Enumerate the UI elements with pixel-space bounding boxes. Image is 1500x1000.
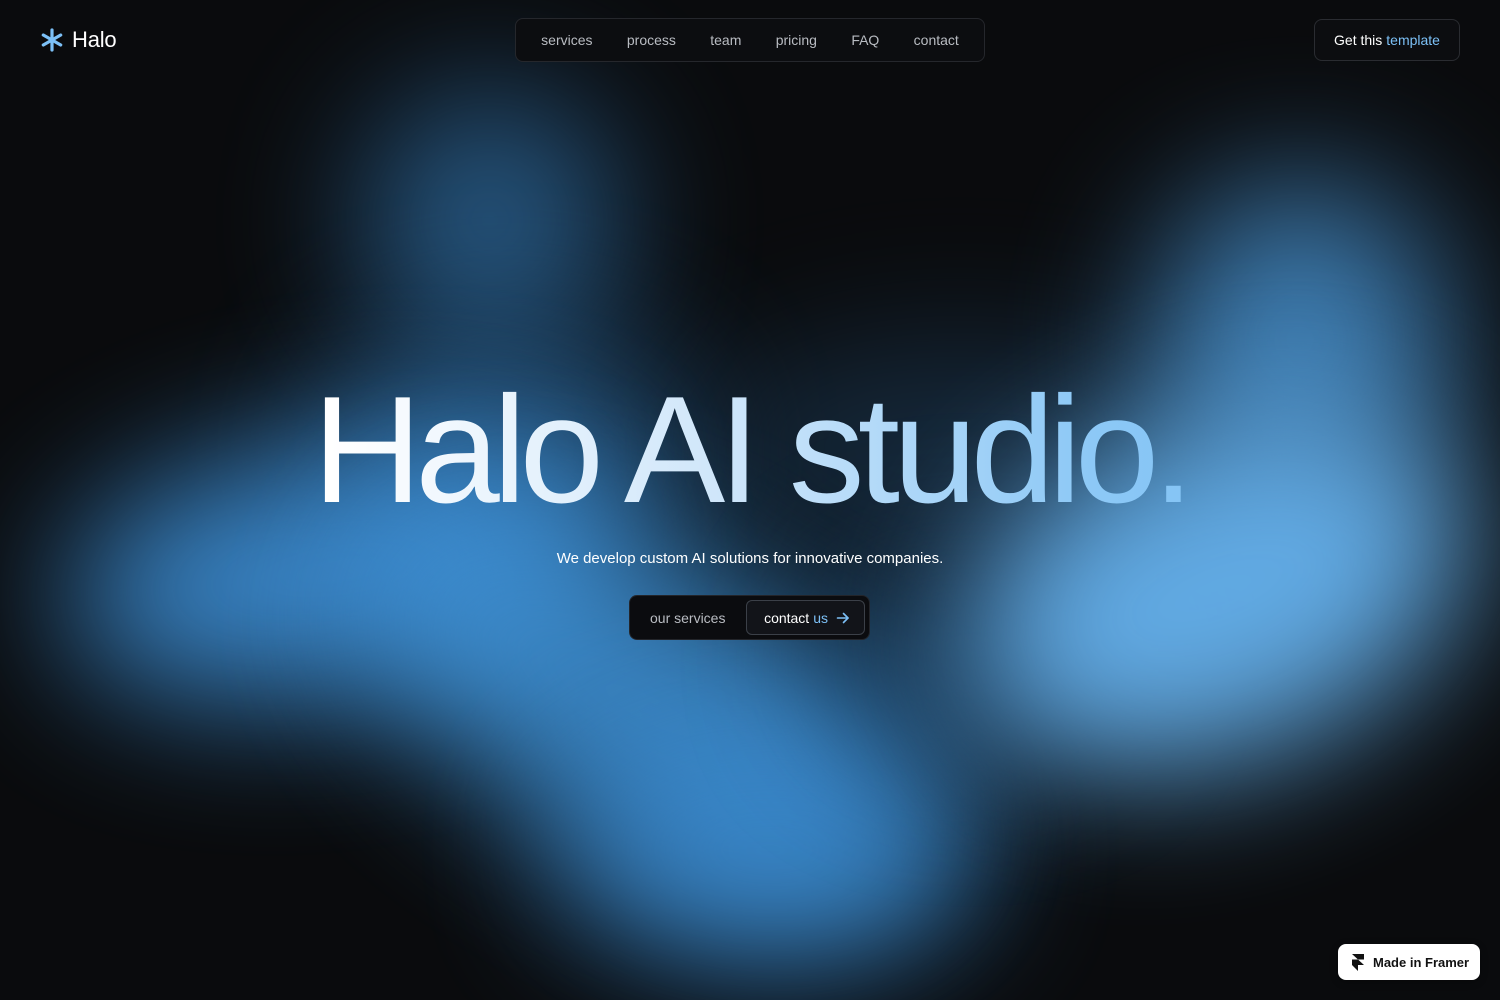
background-glow xyxy=(360,90,620,350)
arrow-right-icon xyxy=(836,612,849,623)
contact-us-button[interactable]: contact us xyxy=(746,600,865,635)
brand-name: Halo xyxy=(72,27,117,52)
brand-logo[interactable]: Halo xyxy=(40,27,117,53)
asterisk-icon xyxy=(41,28,63,52)
page: Halo services process team pricing FAQ c… xyxy=(0,0,1500,1000)
our-services-button[interactable]: our services xyxy=(634,600,741,635)
get-template-button[interactable]: Get this template xyxy=(1314,19,1460,61)
contact-us-label: contact xyxy=(764,609,810,626)
hero-button-group: our services contact us xyxy=(629,595,870,640)
hero-subtitle: We develop custom AI solutions for innov… xyxy=(556,550,944,567)
main-nav: services process team pricing FAQ contac… xyxy=(515,18,985,62)
get-template-accent: template xyxy=(1386,32,1440,48)
nav-item-services[interactable]: services xyxy=(541,32,592,48)
hero-title: Halo AI studio. xyxy=(0,360,1500,540)
contact-us-accent: us xyxy=(813,609,828,626)
made-in-framer-label: Made in Framer xyxy=(1373,954,1470,970)
nav-item-process[interactable]: process xyxy=(627,32,676,48)
nav-item-contact[interactable]: contact xyxy=(914,32,959,48)
framer-icon xyxy=(1352,953,1364,971)
nav-item-pricing[interactable]: pricing xyxy=(776,32,817,48)
made-in-framer-badge[interactable]: Made in Framer xyxy=(1338,944,1480,980)
background-glow xyxy=(560,740,980,960)
get-template-label: Get this xyxy=(1334,32,1383,48)
nav-item-team[interactable]: team xyxy=(710,32,741,48)
nav-item-faq[interactable]: FAQ xyxy=(851,32,879,48)
